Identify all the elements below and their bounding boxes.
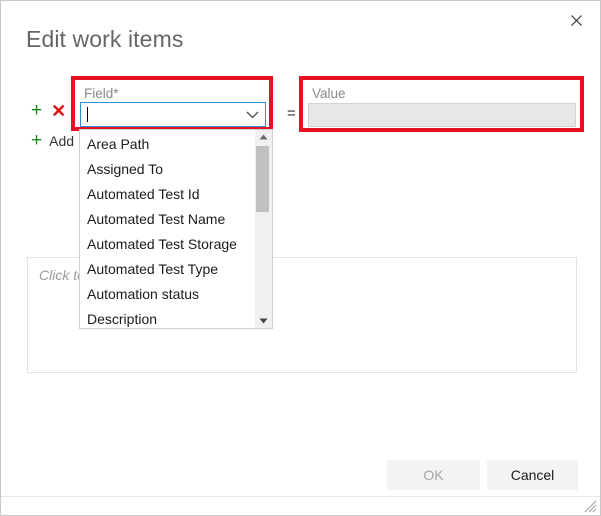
scrollbar-track[interactable]	[255, 144, 272, 314]
scrollbar-thumb[interactable]	[256, 146, 269, 212]
edit-work-items-dialog: Edit work items + ✕ + Add Field* = Value…	[0, 0, 601, 516]
list-item[interactable]: Automation status	[80, 282, 254, 307]
list-item[interactable]: Area Path	[80, 132, 254, 157]
value-label: Value	[312, 86, 346, 101]
dropdown-scrollbar[interactable]	[254, 130, 272, 328]
list-item[interactable]: Assigned To	[80, 157, 254, 182]
triangle-up-icon[interactable]	[255, 130, 272, 144]
list-item[interactable]: Automated Test Id	[80, 182, 254, 207]
plus-icon: +	[31, 130, 43, 151]
list-item[interactable]: Automated Test Type	[80, 257, 254, 282]
clause-row-controls: + ✕	[31, 101, 66, 120]
list-item[interactable]: Description	[80, 307, 254, 328]
add-clause-label: Add	[49, 132, 75, 149]
operator-equals: =	[287, 105, 296, 122]
remove-clause-cross-icon[interactable]: ✕	[51, 102, 66, 120]
chevron-down-icon[interactable]	[239, 103, 265, 126]
field-dropdown-list[interactable]: Area Path Assigned To Automated Test Id …	[79, 129, 273, 329]
dialog-title: Edit work items	[26, 26, 184, 52]
footer-divider	[1, 496, 600, 497]
field-combobox[interactable]	[80, 102, 266, 127]
text-caret	[87, 107, 88, 122]
resize-grip-icon[interactable]	[583, 499, 597, 513]
field-label: Field*	[84, 86, 119, 101]
list-item[interactable]: Automated Test Storage	[80, 232, 254, 257]
cancel-button[interactable]: Cancel	[487, 460, 578, 490]
close-icon[interactable]	[556, 4, 596, 36]
add-clause-plus-icon[interactable]: +	[31, 101, 42, 120]
ok-button[interactable]: OK	[387, 460, 480, 490]
triangle-down-icon[interactable]	[255, 314, 272, 328]
dropdown-options: Area Path Assigned To Automated Test Id …	[80, 130, 254, 328]
add-clause-button[interactable]: + Add	[31, 131, 74, 150]
list-item[interactable]: Automated Test Name	[80, 207, 254, 232]
value-input[interactable]	[308, 103, 576, 127]
